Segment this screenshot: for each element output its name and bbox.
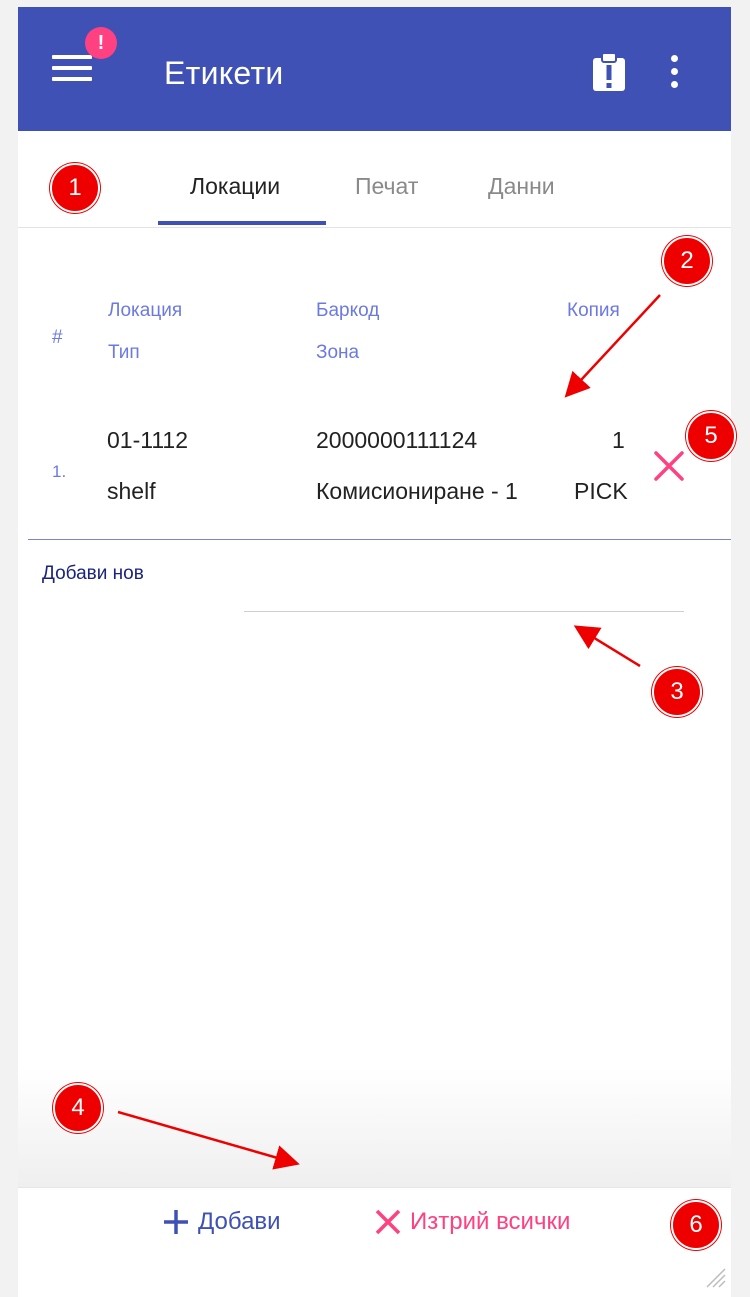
annotation-marker-2: 2 (662, 236, 712, 286)
annotation-marker-3: 3 (652, 667, 702, 717)
resize-grip-icon[interactable] (701, 1263, 727, 1294)
delete-all-button-label: Изтрий всички (410, 1208, 571, 1235)
column-header-copies: Копия (567, 300, 620, 321)
delete-all-button[interactable]: Изтрий всички (374, 1208, 570, 1236)
plus-icon (164, 1210, 188, 1234)
tab-bar: Локации Печат Данни (18, 131, 731, 228)
scroll-shadow (18, 1067, 731, 1187)
row-copies: 1 (612, 427, 625, 453)
column-header-barcode: Баркод (316, 300, 380, 321)
active-tab-indicator (158, 221, 326, 225)
annotation-marker-5: 5 (686, 411, 736, 461)
menu-icon[interactable] (52, 55, 92, 85)
row-zone-code: PICK (574, 478, 628, 504)
delete-row-icon[interactable] (652, 449, 686, 488)
row-zone: Комисиониране - 1 (316, 478, 518, 504)
add-new-label: Добави нов (42, 563, 144, 584)
clipboard-alert-icon[interactable] (591, 52, 627, 97)
labels-table: # Локация Тип Баркод Зона Копия 1. 01-11… (18, 228, 731, 538)
column-header-zone: Зона (316, 342, 360, 363)
row-number: 1. (52, 462, 67, 481)
annotation-marker-4: 4 (53, 1083, 103, 1133)
tab-data[interactable]: Данни (488, 173, 555, 200)
more-vert-icon[interactable] (664, 55, 684, 91)
tab-print[interactable]: Печат (355, 173, 418, 200)
column-header-location: Локация (108, 300, 183, 321)
app-window: ! Етикети Локации Печат Данни # Локация … (18, 7, 731, 1297)
table-divider (28, 539, 731, 540)
add-button-label: Добави (198, 1208, 281, 1235)
app-bar: ! Етикети (18, 7, 731, 131)
add-new-input[interactable] (244, 573, 684, 612)
tab-locations[interactable]: Локации (190, 173, 280, 200)
page-title: Етикети (164, 55, 284, 91)
add-button[interactable]: Добави (162, 1208, 281, 1236)
row-barcode: 2000000111124 (316, 427, 478, 453)
column-header-type: Тип (108, 342, 140, 363)
bottom-action-bar: Добави Изтрий всички (18, 1187, 731, 1297)
alert-badge: ! (85, 27, 117, 59)
column-header-number: # (52, 327, 63, 348)
row-type: shelf (107, 478, 156, 504)
annotation-marker-1: 1 (50, 163, 100, 213)
annotation-marker-6: 6 (671, 1200, 721, 1250)
close-icon (375, 1209, 401, 1235)
row-location: 01-1112 (107, 427, 188, 453)
